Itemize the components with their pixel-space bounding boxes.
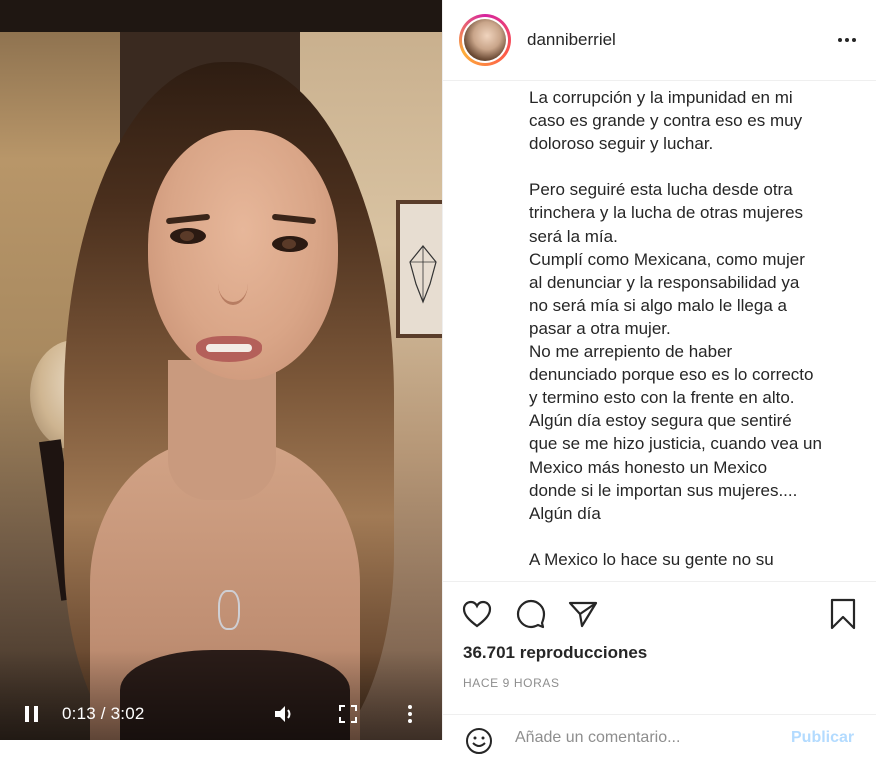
avatar-image — [464, 19, 506, 61]
caption-line: que se me hizo justicia, cuando vea un — [529, 434, 822, 454]
publish-button[interactable]: Publicar — [791, 729, 854, 747]
necklace-pendant — [218, 590, 240, 630]
fullscreen-icon — [339, 705, 357, 723]
more-horizontal-icon — [838, 38, 856, 42]
view-count[interactable]: 36.701 reproducciones — [463, 643, 647, 663]
caption-line: será la mía. — [529, 226, 618, 246]
paper-plane-icon — [568, 601, 598, 628]
avatar[interactable] — [459, 14, 511, 66]
comment-button[interactable] — [513, 596, 549, 632]
caption-line: pasar a otra mujer. — [529, 318, 671, 338]
caption-line: A Mexico lo hace su gente no su — [529, 549, 774, 569]
comment-input[interactable] — [515, 729, 775, 747]
emoji-button[interactable] — [465, 727, 493, 755]
caption-line: Algún día estoy segura que sentiré — [529, 411, 792, 431]
volume-icon — [275, 706, 291, 722]
caption-line: al denunciar y la responsabilidad ya — [529, 272, 800, 292]
eye-left — [170, 228, 206, 244]
caption-line: Pero seguiré esta lucha desde otra — [529, 180, 793, 200]
caption-line: y termino esto con la frente en alto. — [529, 388, 795, 408]
caption-line: denunciado porque eso es lo correcto — [529, 365, 814, 385]
share-button[interactable] — [565, 596, 601, 632]
caption-line: Cumplí como Mexicana, como mujer — [529, 249, 805, 269]
save-button[interactable] — [825, 596, 861, 632]
video-more-button[interactable] — [398, 702, 422, 726]
mouth — [196, 336, 262, 362]
caption-line: Mexico más honesto un Mexico — [529, 457, 768, 477]
caption-line — [529, 525, 849, 548]
caption-line: No me arrepiento de haber — [529, 342, 733, 362]
avatar-inner — [462, 17, 508, 63]
caption-scroll-area[interactable]: La corrupción y la impunidad en mi caso e… — [443, 80, 876, 580]
post-header: danniberriel — [443, 0, 876, 81]
options-button[interactable] — [835, 28, 859, 52]
username-link[interactable]: danniberriel — [527, 30, 616, 50]
like-button[interactable] — [459, 596, 495, 632]
post-panel: danniberriel La corrupción y la impunida… — [442, 0, 876, 754]
fullscreen-button[interactable] — [336, 702, 360, 726]
neck — [168, 360, 276, 500]
post-timestamp[interactable]: HACE 9 HORAS — [463, 676, 560, 690]
pause-icon — [25, 706, 38, 722]
volume-button[interactable] — [272, 702, 296, 726]
caption-line: La corrupción y la impunidad en mi — [529, 88, 793, 107]
comment-bar: Publicar — [443, 714, 876, 755]
caption-line: no será mía si algo malo le llega a — [529, 295, 787, 315]
video-player[interactable]: 0:13 / 3:02 — [0, 0, 442, 740]
caption-line: Algún día — [529, 503, 601, 523]
caption-text: La corrupción y la impunidad en mi caso e… — [529, 86, 849, 571]
bookmark-icon — [830, 598, 856, 630]
caption-line: donde si le importan sus mujeres.... — [529, 480, 798, 500]
comment-icon — [516, 599, 546, 629]
video-frame-ceiling — [0, 0, 442, 32]
caption-line: doloroso seguir y luchar. — [529, 134, 714, 154]
heart-icon — [462, 600, 492, 628]
emoji-icon — [466, 728, 492, 754]
video-controls: 0:13 / 3:02 — [0, 696, 442, 732]
caption-line: caso es grande y contra eso es muy — [529, 111, 803, 131]
caption-line — [529, 155, 849, 178]
playback-time: 0:13 / 3:02 — [62, 704, 145, 723]
nose — [218, 262, 248, 305]
more-vertical-icon — [408, 705, 412, 723]
eye-right — [272, 236, 308, 252]
caption-line: trinchera y la lucha de otras mujeres — [529, 203, 804, 223]
wall-picture — [396, 200, 442, 338]
pause-button[interactable] — [20, 702, 44, 726]
